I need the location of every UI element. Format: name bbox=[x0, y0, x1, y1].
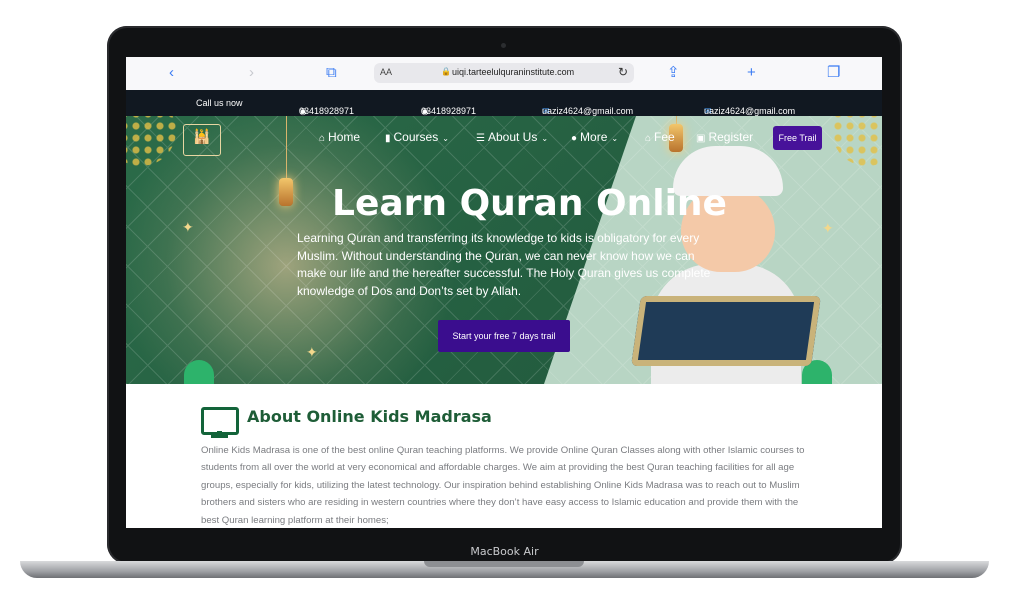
nav-register[interactable]: ▣ Register bbox=[696, 130, 753, 144]
nav-fee[interactable]: ⌂ Fee bbox=[645, 130, 675, 144]
mosque-dome-icon bbox=[184, 360, 214, 384]
nav-about[interactable]: ☰ About Us ⌄ bbox=[476, 130, 548, 144]
nav-home-label: Home bbox=[328, 130, 361, 144]
address-bar[interactable]: AA 🔒 uiqi.tarteelulquraninstitute.com ↻ bbox=[374, 63, 634, 83]
chevron-down-icon: ⌄ bbox=[611, 134, 619, 143]
call-label: Call us now bbox=[196, 98, 243, 108]
about-title: About Online Kids Madrasa bbox=[247, 407, 492, 426]
forward-icon[interactable]: › bbox=[249, 64, 254, 82]
contact-bar: Call us now ◉ 03418928971 ◉ 03418928971 … bbox=[126, 90, 882, 116]
url-text: uiqi.tarteelulquraninstitute.com bbox=[452, 67, 575, 77]
phone-2-text: 03418928971 bbox=[421, 106, 477, 116]
hero-description: Learning Quran and transferring its know… bbox=[297, 231, 711, 298]
device-label: MacBook Air bbox=[470, 545, 539, 558]
laptop-screen: ‹ › ⧉ AA 🔒 uiqi.tarteelulquraninstitute.… bbox=[126, 57, 882, 528]
free-trial-button[interactable]: Free Trail bbox=[773, 126, 822, 150]
nav-courses-label: Courses bbox=[393, 130, 439, 144]
home-icon: ⌂ bbox=[645, 133, 652, 144]
site-logo[interactable]: 🕌 bbox=[183, 124, 221, 156]
lantern-icon bbox=[279, 178, 293, 206]
book-icon[interactable]: ⧉ bbox=[326, 64, 337, 82]
back-icon[interactable]: ‹ bbox=[169, 64, 174, 82]
browser-toolbar: ‹ › ⧉ AA 🔒 uiqi.tarteelulquraninstitute.… bbox=[126, 57, 882, 91]
hero-title: Learn Quran Online bbox=[332, 183, 727, 224]
about-text: Online Kids Madrasa is one of the best o… bbox=[201, 445, 805, 526]
star-icon: ✦ bbox=[182, 219, 194, 235]
user-icon: ● bbox=[571, 133, 578, 144]
lantern-rope bbox=[286, 116, 287, 178]
chevron-down-icon: ⌄ bbox=[541, 134, 549, 143]
star-icon: ✦ bbox=[306, 344, 318, 360]
camera bbox=[501, 43, 506, 48]
laptop-notch bbox=[424, 561, 584, 567]
lock-icon: 🔒 bbox=[441, 67, 451, 76]
nav-home[interactable]: ⌂ Home bbox=[319, 130, 360, 144]
text-size-button[interactable]: AA bbox=[380, 67, 392, 77]
nav-register-label: Register bbox=[708, 130, 754, 144]
nav-fee-label: Fee bbox=[654, 130, 675, 144]
book-icon: ▮ bbox=[385, 133, 391, 144]
lantern-rope bbox=[676, 116, 677, 124]
nav-more-label: More bbox=[580, 130, 608, 144]
home-icon: ⌂ bbox=[319, 133, 326, 144]
reload-icon[interactable]: ↻ bbox=[618, 65, 628, 79]
nav-about-label: About Us bbox=[487, 130, 538, 144]
email-1-text: uaziz4624@gmail.com bbox=[542, 106, 634, 116]
nav-courses[interactable]: ▮ Courses ⌄ bbox=[385, 130, 449, 144]
register-icon: ▣ bbox=[696, 133, 706, 144]
share-icon[interactable]: ⇪ bbox=[667, 64, 680, 82]
monitor-icon-stand bbox=[211, 435, 228, 438]
mosque-logo-icon: 🕌 bbox=[193, 128, 211, 144]
chevron-down-icon: ⌄ bbox=[442, 134, 449, 143]
list-icon: ☰ bbox=[476, 133, 485, 144]
email-2-text: uaziz4624@gmail.com bbox=[704, 106, 796, 116]
nav-more[interactable]: ● More ⌄ bbox=[571, 130, 618, 144]
phone-1-text: 03418928971 bbox=[299, 106, 355, 116]
new-tab-icon[interactable]: + bbox=[747, 64, 756, 82]
start-free-trial-button[interactable]: Start your free 7 days trail bbox=[438, 320, 570, 352]
tabs-icon[interactable]: ❐ bbox=[827, 64, 840, 82]
